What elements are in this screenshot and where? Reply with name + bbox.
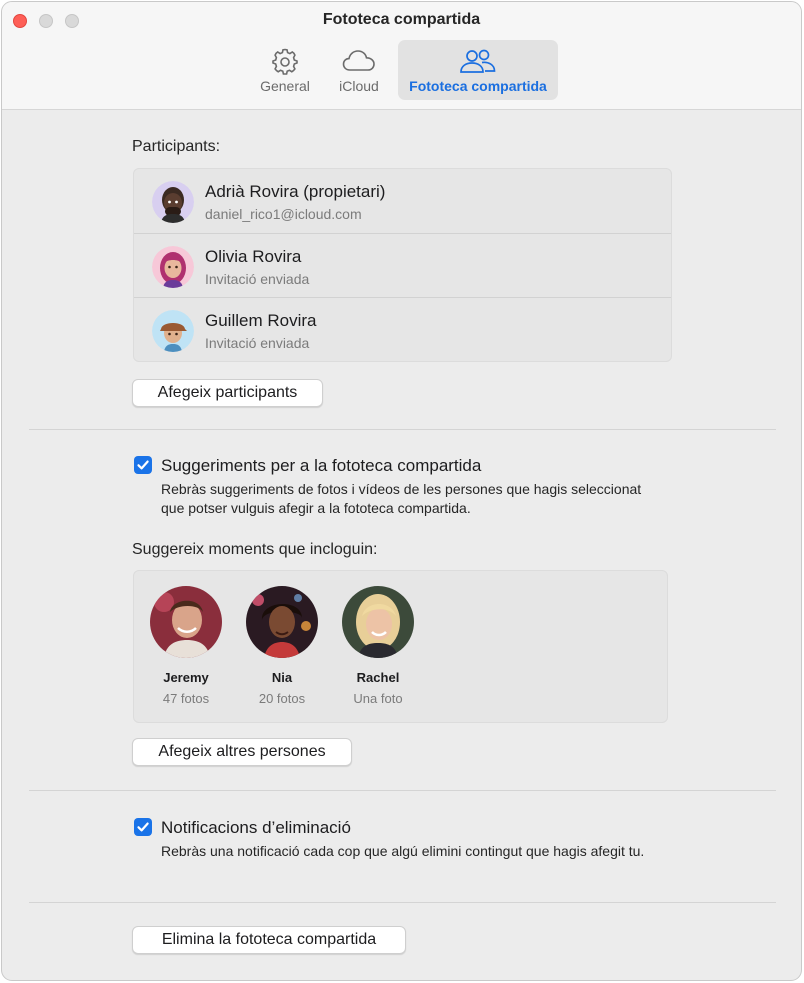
- deletion-notifications-description: Rebràs una notificació cada cop que algú…: [161, 843, 645, 859]
- delete-shared-library-button[interactable]: Elimina la fototeca compartida: [132, 926, 406, 954]
- participant-email: daniel_rico1@icloud.com: [205, 206, 362, 222]
- title-bar: Fototeca compartida General iCloud Fotot…: [2, 2, 801, 110]
- deletion-notifications-label[interactable]: Notificacions d’eliminació: [161, 818, 351, 838]
- tab-general[interactable]: General: [249, 40, 321, 100]
- window-title: Fototeca compartida: [322, 11, 481, 28]
- preferences-window: Fototeca compartida General iCloud Fotot…: [1, 1, 802, 981]
- participant-status: Invitació enviada: [205, 271, 310, 287]
- add-other-people-button[interactable]: Afegeix altres persones: [132, 738, 352, 766]
- divider: [29, 790, 776, 791]
- participant-name: Guillem Rovira: [205, 311, 317, 330]
- checkmark-icon: [137, 822, 149, 832]
- tab-label: Fototeca compartida: [409, 78, 547, 94]
- add-participants-button[interactable]: Afegeix participants: [132, 379, 323, 407]
- avatar: [152, 246, 194, 288]
- participant-row[interactable]: Olivia Rovira Invitació enviada: [134, 233, 671, 297]
- person-nia[interactable]: Nia 20 fotos: [234, 586, 330, 706]
- person-name: Jeremy: [163, 670, 209, 685]
- participant-row[interactable]: Adrià Rovira (propietari) daniel_rico1@i…: [134, 169, 671, 233]
- checkmark-icon: [137, 460, 149, 470]
- person-photo-count: Una foto: [353, 691, 403, 706]
- divider: [29, 902, 776, 903]
- deletion-notifications-checkbox[interactable]: [134, 818, 152, 836]
- person-name: Rachel: [356, 670, 400, 685]
- person-jeremy[interactable]: Jeremy 47 fotos: [138, 586, 234, 706]
- tab-shared-library[interactable]: Fototeca compartida: [398, 40, 558, 100]
- participant-row[interactable]: Guillem Rovira Invitació enviada: [134, 297, 671, 361]
- person-photo: [150, 586, 222, 658]
- divider: [29, 429, 776, 430]
- cloud-icon: [341, 46, 377, 81]
- person-photo: [246, 586, 318, 658]
- person-photo-count: 20 fotos: [258, 691, 306, 706]
- participant-status: Invitació enviada: [205, 335, 310, 351]
- person-name: Nia: [271, 670, 293, 685]
- tab-icloud[interactable]: iCloud: [326, 40, 392, 100]
- avatar: [152, 181, 194, 223]
- person-photo: [342, 586, 414, 658]
- participants-list: Adrià Rovira (propietari) daniel_rico1@i…: [133, 168, 672, 362]
- suggestions-description: Rebràs suggeriments de fotos i vídeos de…: [161, 481, 642, 516]
- moments-label: Suggereix moments que incloguin:: [132, 541, 378, 558]
- suggested-people-list: Jeremy 47 fotos Nia 20 fotos Rachel Una …: [133, 570, 668, 723]
- tab-label: iCloud: [339, 78, 379, 94]
- participant-name: Adrià Rovira (propietari): [205, 182, 386, 201]
- participants-label: Participants:: [132, 138, 221, 155]
- suggestions-checkbox[interactable]: [134, 456, 152, 474]
- person-rachel[interactable]: Rachel Una foto: [330, 586, 426, 706]
- person-photo-count: 47 fotos: [162, 691, 210, 706]
- avatar: [152, 310, 194, 352]
- suggestions-label[interactable]: Suggeriments per a la fototeca compartid…: [161, 456, 481, 476]
- people-icon: [458, 46, 498, 81]
- participant-name: Olivia Rovira: [205, 247, 302, 266]
- tab-label: General: [260, 78, 310, 94]
- gear-icon: [270, 46, 300, 81]
